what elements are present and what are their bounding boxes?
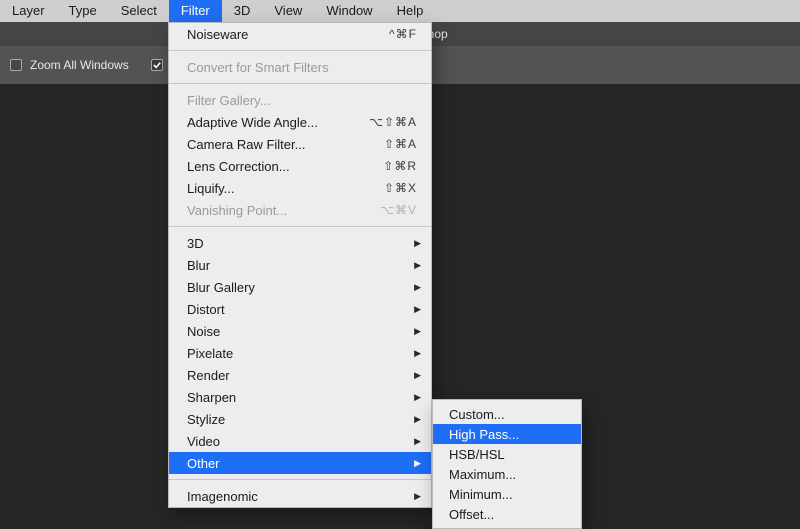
menubar-item-3d[interactable]: 3D: [222, 0, 263, 22]
submenu-item-label: High Pass...: [449, 427, 519, 442]
menubar-item-help[interactable]: Help: [385, 0, 436, 22]
menu-item-label: Filter Gallery...: [187, 93, 271, 108]
menu-item-noiseware[interactable]: Noiseware ^⌘F: [169, 23, 431, 45]
menu-item-label: Convert for Smart Filters: [187, 60, 329, 75]
menu-separator: [169, 479, 431, 480]
menu-item-lens-correction[interactable]: Lens Correction... ⇧⌘R: [169, 155, 431, 177]
menu-item-noise[interactable]: Noise: [169, 320, 431, 342]
scrubby-zoom-checkbox[interactable]: [151, 59, 163, 71]
menu-item-label: Adaptive Wide Angle...: [187, 115, 318, 130]
menu-separator: [169, 50, 431, 51]
menu-item-label: Noiseware: [187, 27, 248, 42]
menu-item-shortcut: ⌥⇧⌘A: [369, 115, 417, 129]
submenu-item-label: HSB/HSL: [449, 447, 505, 462]
menu-item-pixelate[interactable]: Pixelate: [169, 342, 431, 364]
menu-item-filter-gallery: Filter Gallery...: [169, 89, 431, 111]
menu-item-imagenomic[interactable]: Imagenomic: [169, 485, 431, 507]
menu-item-blur-gallery[interactable]: Blur Gallery: [169, 276, 431, 298]
submenu-item-custom[interactable]: Custom...: [433, 404, 581, 424]
menubar-item-window[interactable]: Window: [314, 0, 384, 22]
menu-item-blur[interactable]: Blur: [169, 254, 431, 276]
menu-item-label: Blur: [187, 258, 210, 273]
menu-item-label: Liquify...: [187, 181, 234, 196]
menubar: LayerTypeSelectFilter3DViewWindowHelp: [0, 0, 800, 22]
menu-item-adaptive-wide-angle[interactable]: Adaptive Wide Angle... ⌥⇧⌘A: [169, 111, 431, 133]
filter-menu: Noiseware ^⌘F Convert for Smart Filters Fil…: [168, 22, 432, 508]
menu-item-label: Noise: [187, 324, 220, 339]
menu-item-stylize[interactable]: Stylize: [169, 408, 431, 430]
menubar-item-filter[interactable]: Filter: [169, 0, 222, 22]
menu-separator: [169, 226, 431, 227]
submenu-item-high-pass[interactable]: High Pass...: [433, 424, 581, 444]
menu-item-label: Sharpen: [187, 390, 236, 405]
submenu-item-label: Maximum...: [449, 467, 516, 482]
submenu-item-label: Custom...: [449, 407, 505, 422]
zoom-all-windows-checkbox[interactable]: [10, 59, 22, 71]
submenu-item-minimum[interactable]: Minimum...: [433, 484, 581, 504]
submenu-item-offset[interactable]: Offset...: [433, 504, 581, 524]
filter-other-submenu: Custom... High Pass... HSB/HSL Maximum... Mi…: [432, 399, 582, 529]
menu-item-shortcut: ⌥⌘V: [380, 203, 417, 217]
menu-item-label: Blur Gallery: [187, 280, 255, 295]
menu-separator: [169, 83, 431, 84]
menu-item-vanishing-point: Vanishing Point... ⌥⌘V: [169, 199, 431, 221]
menu-item-distort[interactable]: Distort: [169, 298, 431, 320]
menubar-item-type[interactable]: Type: [57, 0, 109, 22]
menu-item-label: Lens Correction...: [187, 159, 290, 174]
menu-item-video[interactable]: Video: [169, 430, 431, 452]
menu-item-other[interactable]: Other: [169, 452, 431, 474]
menu-item-3d[interactable]: 3D: [169, 232, 431, 254]
menu-item-sharpen[interactable]: Sharpen: [169, 386, 431, 408]
menu-item-camera-raw-filter[interactable]: Camera Raw Filter... ⇧⌘A: [169, 133, 431, 155]
menu-item-shortcut: ^⌘F: [389, 27, 417, 41]
menu-item-shortcut: ⇧⌘R: [383, 159, 417, 173]
menu-item-liquify[interactable]: Liquify... ⇧⌘X: [169, 177, 431, 199]
menu-item-label: Stylize: [187, 412, 225, 427]
menu-item-label: Distort: [187, 302, 225, 317]
menu-item-label: Other: [187, 456, 220, 471]
menubar-item-view[interactable]: View: [262, 0, 314, 22]
submenu-item-maximum[interactable]: Maximum...: [433, 464, 581, 484]
menu-item-label: Render: [187, 368, 230, 383]
menu-item-label: Pixelate: [187, 346, 233, 361]
menu-item-shortcut: ⇧⌘A: [384, 137, 417, 151]
menu-item-label: Camera Raw Filter...: [187, 137, 305, 152]
submenu-item-label: Offset...: [449, 507, 494, 522]
menu-item-label: 3D: [187, 236, 204, 251]
menu-item-render[interactable]: Render: [169, 364, 431, 386]
menu-item-convert-for-smart-filters: Convert for Smart Filters: [169, 56, 431, 78]
menu-item-shortcut: ⇧⌘X: [384, 181, 417, 195]
submenu-item-hsb-hsl[interactable]: HSB/HSL: [433, 444, 581, 464]
menubar-item-select[interactable]: Select: [109, 0, 169, 22]
submenu-item-label: Minimum...: [449, 487, 513, 502]
menu-item-label: Vanishing Point...: [187, 203, 287, 218]
menubar-item-layer[interactable]: Layer: [0, 0, 57, 22]
zoom-all-windows-label: Zoom All Windows: [30, 58, 129, 72]
menu-item-label: Video: [187, 434, 220, 449]
menu-item-label: Imagenomic: [187, 489, 258, 504]
